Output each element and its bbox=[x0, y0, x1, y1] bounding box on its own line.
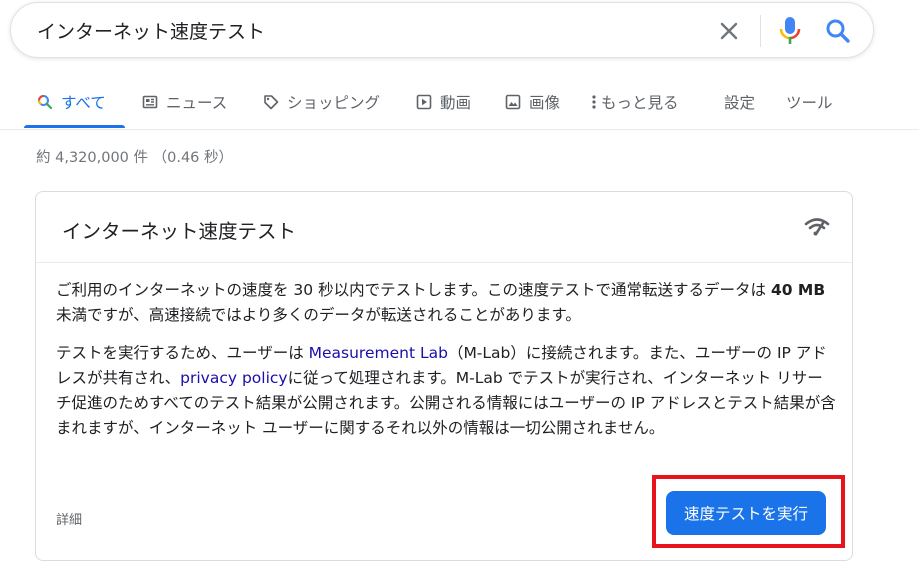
wifi-speed-icon bbox=[804, 216, 830, 236]
text-segment: ご利用のインターネットの速度を 30 秒以内でテストします。この速度テストで通常… bbox=[56, 281, 771, 299]
text-segment: テストを実行するため、ユーザーは bbox=[56, 344, 309, 362]
tab-more[interactable]: もっと見る bbox=[590, 90, 679, 114]
tab-label: 設定 bbox=[724, 94, 756, 112]
tab-label: もっと見る bbox=[601, 94, 679, 112]
tab-label: ショッピング bbox=[287, 94, 381, 112]
tabs-divider bbox=[0, 129, 919, 130]
tag-icon bbox=[262, 93, 280, 111]
search-icon bbox=[36, 93, 54, 111]
tab-label: 画像 bbox=[529, 94, 561, 112]
image-icon bbox=[504, 93, 522, 111]
tab-tools[interactable]: ツール bbox=[786, 90, 833, 114]
more-vert-icon bbox=[590, 93, 598, 111]
text-segment: 未満ですが、高速接続ではより多くのデータが転送されることがあります。 bbox=[56, 306, 581, 324]
run-speed-test-button[interactable]: 速度テストを実行 bbox=[666, 491, 826, 535]
active-tab-indicator bbox=[24, 125, 125, 128]
privacy-policy-link[interactable]: privacy policy bbox=[180, 369, 287, 387]
search-icon[interactable] bbox=[823, 16, 853, 46]
microphone-icon[interactable] bbox=[777, 15, 803, 47]
privacy-paragraph: テストを実行するため、ユーザーは Measurement Lab（M-Lab）に… bbox=[56, 341, 836, 441]
tab-news[interactable]: ニュース bbox=[141, 90, 227, 114]
details-link[interactable]: 詳細 bbox=[56, 509, 82, 528]
tab-videos[interactable]: 動画 bbox=[415, 90, 471, 114]
news-icon bbox=[141, 93, 159, 111]
card-header: インターネット速度テスト bbox=[36, 192, 852, 263]
tab-all[interactable]: すべて bbox=[36, 90, 106, 114]
result-stats: 約 4,320,000 件 （0.46 秒） bbox=[36, 150, 234, 166]
card-description: ご利用のインターネットの速度を 30 秒以内でテストします。この速度テストで通常… bbox=[56, 278, 836, 454]
tab-images[interactable]: 画像 bbox=[504, 90, 560, 114]
tab-label: 動画 bbox=[440, 94, 472, 112]
search-bar bbox=[10, 2, 874, 58]
tab-settings[interactable]: 設定 bbox=[724, 90, 755, 114]
clear-icon[interactable] bbox=[715, 17, 743, 45]
measurement-lab-link[interactable]: Measurement Lab bbox=[309, 344, 448, 362]
search-input[interactable] bbox=[37, 15, 697, 45]
tab-label: ツール bbox=[786, 94, 833, 112]
data-size-bold: 40 MB bbox=[770, 281, 826, 299]
tab-label: ニュース bbox=[166, 94, 228, 112]
search-tabs: すべて ニュース ショッピング 動画 画像 もっと見る 設定 ツール bbox=[0, 76, 919, 130]
tab-shopping[interactable]: ショッピング bbox=[262, 90, 380, 114]
tab-label: すべて bbox=[61, 94, 106, 112]
search-divider bbox=[760, 15, 761, 47]
description-paragraph: ご利用のインターネットの速度を 30 秒以内でテストします。この速度テストで通常… bbox=[56, 278, 836, 328]
play-icon bbox=[415, 93, 433, 111]
card-title: インターネット速度テスト bbox=[62, 220, 297, 243]
